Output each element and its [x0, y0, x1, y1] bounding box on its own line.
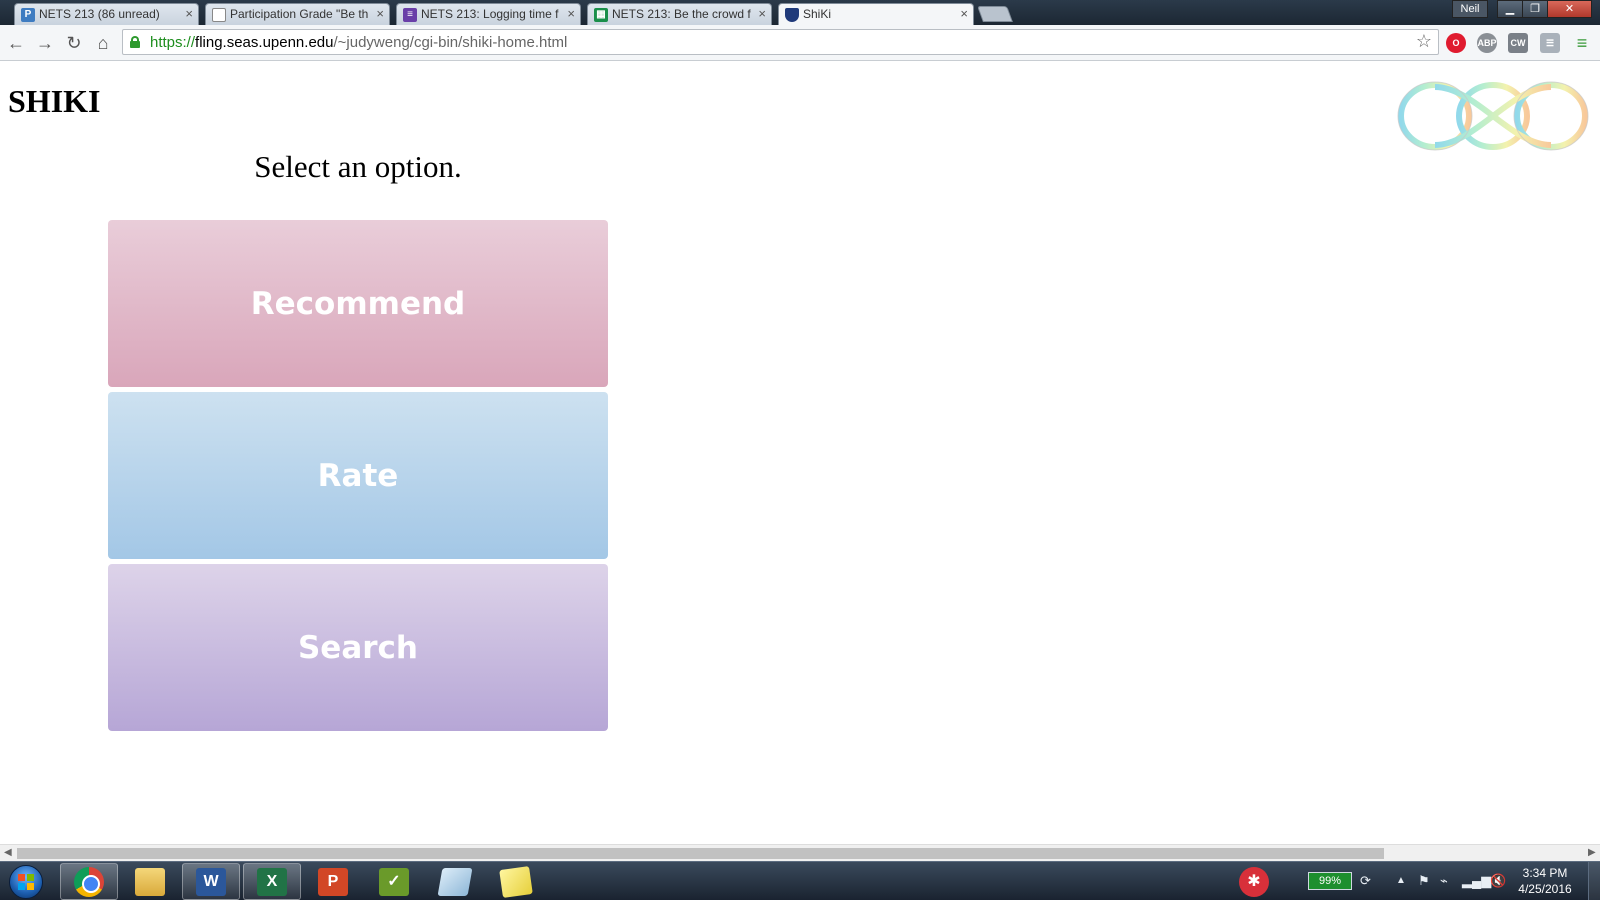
browser-tab-strip: P NETS 213 (86 unread) × Participation G…: [0, 0, 1600, 25]
forms-icon: ≡: [403, 8, 417, 22]
tab-title: Participation Grade "Be th: [230, 7, 369, 21]
file-explorer-icon: [135, 867, 165, 896]
cw-extension-icon[interactable]: CW: [1508, 33, 1528, 53]
close-tab-icon[interactable]: ×: [376, 4, 384, 24]
powerpoint-icon: P: [318, 867, 348, 896]
select-option-prompt: Select an option.: [254, 149, 462, 184]
home-icon: ⌂: [97, 33, 109, 53]
page-content: SHIKI Select an option. Recommend Rate S…: [0, 61, 1600, 844]
volume-muted-icon[interactable]: 🔇: [1490, 873, 1506, 889]
windows-logo-icon: [18, 874, 34, 890]
adblock-icon[interactable]: ABP: [1477, 33, 1497, 53]
piazza-icon: P: [21, 8, 35, 22]
power-plug-icon[interactable]: ⌁: [1440, 873, 1448, 889]
clock-date: 4/25/2016: [1518, 882, 1572, 896]
site-title: SHIKI: [8, 83, 101, 119]
url-host: fling.seas.upenn.edu: [195, 34, 334, 51]
taskbar-file-explorer[interactable]: [121, 863, 179, 900]
document-icon: [212, 8, 226, 22]
back-button[interactable]: ←: [4, 31, 28, 55]
reload-button[interactable]: ↻: [62, 31, 86, 55]
show-hidden-icons-icon[interactable]: ▲: [1396, 875, 1406, 886]
taskbar-project[interactable]: ✓: [365, 863, 423, 900]
tab-logging-time[interactable]: ≡ NETS 213: Logging time f ×: [396, 3, 581, 25]
menu-icon[interactable]: ≡: [1572, 33, 1592, 53]
rate-button[interactable]: Rate: [108, 392, 608, 559]
browser-toolbar: ← → ↻ ⌂ https://fling.seas.upenn.edu/~ju…: [0, 25, 1600, 61]
minimize-window-button[interactable]: ▁: [1497, 0, 1523, 18]
tab-shiki[interactable]: ShiKi ×: [778, 3, 974, 25]
asterisk-app-icon: ✱: [1239, 866, 1269, 897]
sticky-notes-icon: [499, 865, 533, 898]
horizontal-scrollbar[interactable]: ◀ ▶: [0, 844, 1600, 861]
battery-indicator[interactable]: 99%: [1308, 872, 1352, 890]
taskbar-powerpoint[interactable]: P: [304, 863, 362, 900]
tab-nets213-piazza[interactable]: P NETS 213 (86 unread) ×: [14, 3, 199, 25]
close-window-button[interactable]: ✕: [1547, 0, 1592, 18]
sync-icon[interactable]: ⟳: [1360, 873, 1371, 889]
bookmark-star-icon[interactable]: ☆: [1416, 31, 1432, 52]
taskbar-notepad[interactable]: [426, 863, 484, 900]
penn-shield-icon: [785, 8, 799, 22]
taskbar-sticky-notes[interactable]: [487, 863, 545, 900]
system-clock[interactable]: 3:34 PM 4/25/2016: [1510, 865, 1580, 897]
tab-participation-grade[interactable]: Participation Grade "Be th ×: [205, 3, 390, 25]
address-bar[interactable]: https://fling.seas.upenn.edu/~judyweng/c…: [122, 29, 1439, 55]
home-button[interactable]: ⌂: [91, 31, 115, 55]
reader-extension-icon[interactable]: ☰: [1540, 33, 1560, 53]
close-tab-icon[interactable]: ×: [960, 4, 968, 24]
scrollbar-thumb[interactable]: [17, 848, 1384, 859]
chrome-icon: [74, 866, 104, 897]
close-tab-icon[interactable]: ×: [185, 4, 193, 24]
lock-icon: [130, 36, 140, 48]
excel-icon: X: [257, 867, 287, 896]
url-scheme: https://: [150, 34, 196, 51]
action-center-flag-icon[interactable]: ⚑: [1418, 873, 1430, 889]
new-tab-button[interactable]: [977, 6, 1013, 22]
forward-button[interactable]: →: [33, 31, 57, 55]
back-arrow-icon: ←: [7, 33, 25, 53]
close-tab-icon[interactable]: ×: [758, 4, 766, 24]
infinity-knot-logo: [1397, 81, 1589, 151]
taskbar-word[interactable]: W: [182, 863, 240, 900]
sheets-icon: ▦: [594, 8, 608, 22]
url-path: /~judyweng/cgi-bin/shiki-home.html: [333, 34, 568, 51]
scroll-left-icon[interactable]: ◀: [4, 847, 12, 858]
opera-icon[interactable]: O: [1446, 33, 1466, 53]
start-button[interactable]: [4, 863, 48, 900]
network-signal-icon[interactable]: ▂▄▆: [1462, 873, 1491, 889]
word-icon: W: [196, 867, 226, 896]
windows-taskbar: W X P ✓ ✱ 99% ⟳ ▲ ⚑ ⌁ ▂▄▆ 🔇 3:34 PM 4/25…: [0, 861, 1600, 900]
tab-title: NETS 213 (86 unread): [39, 7, 160, 21]
search-button[interactable]: Search: [108, 564, 608, 731]
show-desktop-button[interactable]: [1588, 862, 1600, 900]
taskbar-chrome[interactable]: [60, 863, 118, 900]
recommend-button[interactable]: Recommend: [108, 220, 608, 387]
taskbar-excel[interactable]: X: [243, 863, 301, 900]
scroll-right-icon[interactable]: ▶: [1588, 847, 1596, 858]
clock-time: 3:34 PM: [1522, 866, 1568, 880]
project-icon: ✓: [379, 867, 409, 896]
tab-title: NETS 213: Logging time f: [421, 7, 559, 21]
url-text[interactable]: https://fling.seas.upenn.edu/~judyweng/c…: [150, 34, 567, 52]
tab-title: NETS 213: Be the crowd f: [612, 7, 751, 21]
reload-icon: ↻: [66, 33, 82, 53]
tab-title: ShiKi: [803, 7, 832, 21]
tray-app-button[interactable]: ✱: [1232, 863, 1276, 900]
close-tab-icon[interactable]: ×: [567, 4, 575, 24]
restore-window-button[interactable]: ❐: [1522, 0, 1548, 18]
forward-arrow-icon: →: [36, 33, 54, 53]
profile-button[interactable]: Neil: [1452, 0, 1488, 18]
tab-be-the-crowd[interactable]: ▦ NETS 213: Be the crowd f ×: [587, 3, 772, 25]
notepad-icon: [437, 867, 473, 896]
